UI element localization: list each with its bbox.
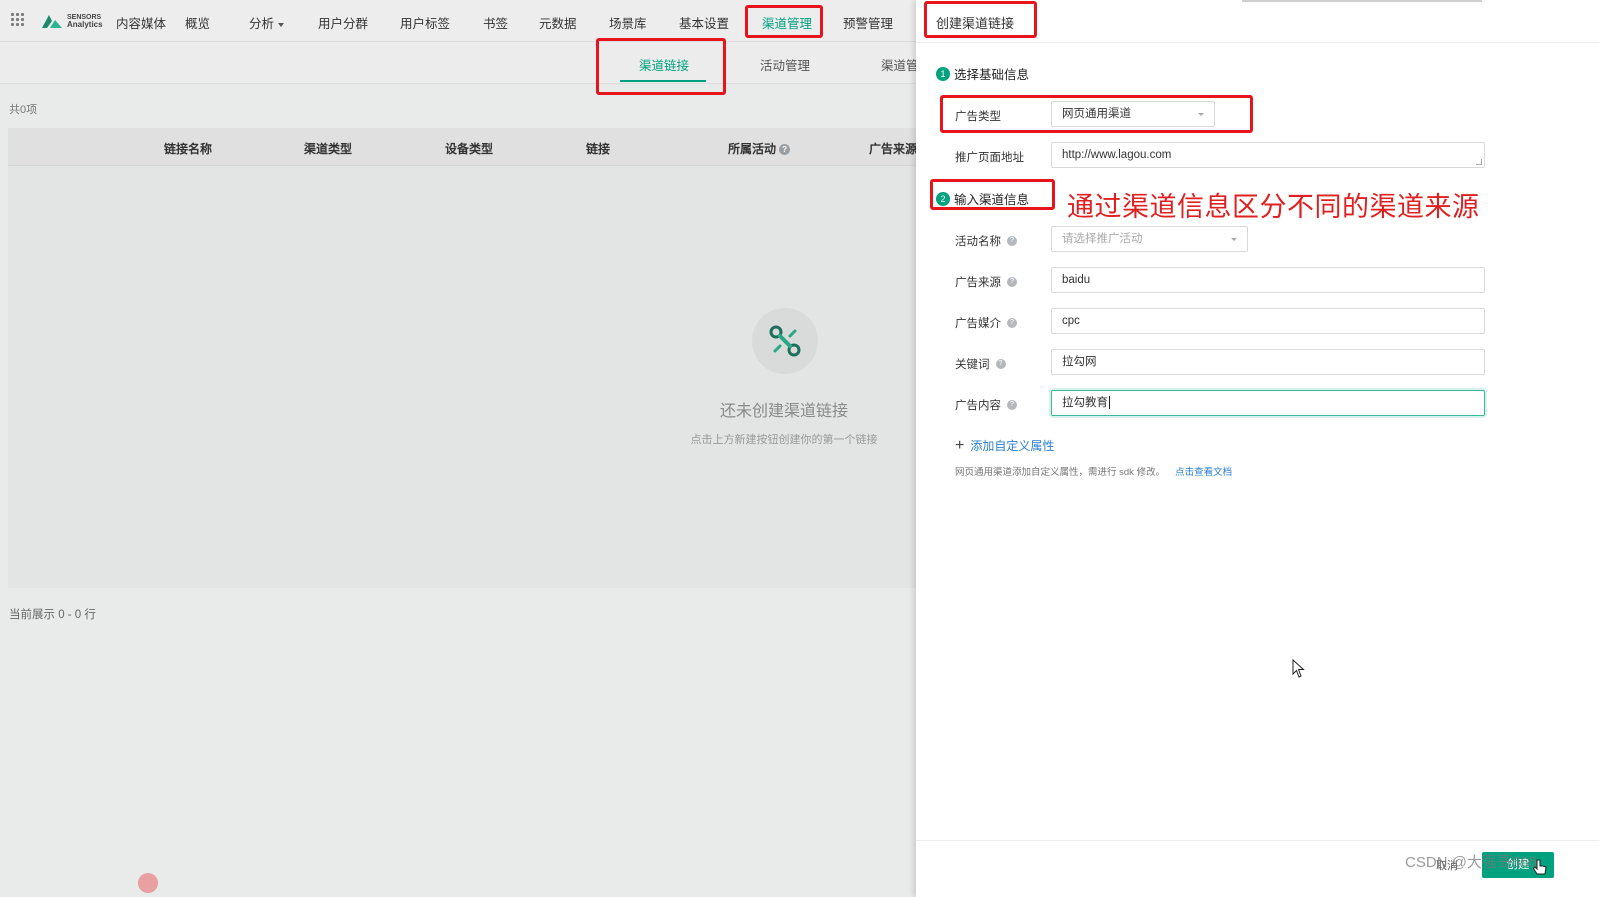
nav-item-overview[interactable]: 概览	[185, 13, 210, 32]
tab-activity-management[interactable]: 活动管理	[760, 55, 810, 74]
nav-item-user-segments[interactable]: 用户分群	[318, 13, 368, 32]
ad-medium-label: 广告媒介?	[955, 315, 1017, 331]
keyword-label: 关键词?	[955, 356, 1006, 372]
sensors-logo-icon	[42, 15, 62, 28]
custom-property-hint-text: 网页通用渠道添加自定义属性，需进行 sdk 修改。	[955, 467, 1166, 478]
view-docs-link[interactable]: 点击查看文档	[1175, 467, 1232, 478]
column-channel-type[interactable]: 渠道类型	[304, 140, 352, 157]
add-custom-property-button[interactable]: + 添加自定义属性	[955, 437, 1054, 454]
highlight-box-drawer-title	[924, 1, 1037, 38]
empty-state-title: 还未创建渠道链接	[719, 403, 849, 420]
activity-name-placeholder: 请选择推广活动	[1062, 233, 1143, 245]
broken-link-icon	[769, 325, 801, 357]
step-1-badge: 1	[936, 66, 950, 81]
page-url-label: 推广页面地址	[955, 152, 1024, 164]
column-activity-label: 所属活动	[728, 142, 777, 156]
ad-content-value: 拉勾教育	[1062, 397, 1108, 409]
ad-medium-input[interactable]: cpc	[1051, 308, 1485, 334]
column-activity[interactable]: 所属活动?	[728, 140, 791, 157]
nav-item-metadata[interactable]: 元数据	[539, 13, 577, 32]
activity-name-label-text: 活动名称	[955, 236, 1001, 248]
mouse-pointer-icon	[1292, 659, 1305, 678]
tab-channel-more[interactable]: 渠道管	[881, 55, 919, 74]
section-basic-info-title: 选择基础信息	[954, 68, 1030, 82]
add-custom-property-label: 添加自定义属性	[970, 439, 1055, 453]
ad-source-input[interactable]: baidu	[1051, 267, 1485, 293]
text-cursor	[1109, 396, 1110, 410]
item-count: 共0项	[9, 104, 38, 116]
app-grid-icon[interactable]	[11, 13, 25, 27]
table-header: 链接名称 渠道类型 设备类型 链接 所属活动? 广告来源	[8, 128, 917, 166]
ad-medium-label-text: 广告媒介	[955, 318, 1001, 330]
ad-source-label-text: 广告来源	[955, 277, 1001, 289]
notification-dot	[138, 873, 158, 893]
activity-name-select[interactable]: 请选择推广活动	[1051, 226, 1248, 252]
help-icon[interactable]: ?	[1007, 400, 1017, 410]
nav-item-analysis[interactable]: 分析	[249, 13, 285, 32]
highlight-box-channel-info	[930, 179, 1055, 210]
ad-source-label: 广告来源?	[955, 274, 1017, 290]
nav-item-alert-management[interactable]: 预警管理	[843, 13, 893, 32]
help-icon[interactable]: ?	[1007, 318, 1017, 328]
nav-item-user-tags[interactable]: 用户标签	[400, 13, 450, 32]
keyword-label-text: 关键词	[955, 359, 990, 371]
sub-navigation: 渠道链接 活动管理 渠道管	[0, 42, 919, 84]
brand-line2: Analytics	[67, 20, 103, 29]
plus-icon: +	[955, 436, 965, 454]
empty-state-icon	[752, 308, 818, 374]
highlight-box-channel-links-tab	[596, 38, 726, 95]
empty-state-subtitle: 点击上方新建按钮创建你的第一个链接	[690, 434, 878, 446]
ad-content-label-text: 广告内容	[955, 400, 1001, 412]
nav-item-analysis-label: 分析	[249, 17, 275, 31]
column-device-type[interactable]: 设备类型	[445, 140, 493, 157]
help-icon[interactable]: ?	[1007, 277, 1017, 287]
nav-item-content-media[interactable]: 内容媒体	[116, 13, 166, 32]
custom-property-hint: 网页通用渠道添加自定义属性，需进行 sdk 修改。 点击查看文档	[955, 464, 1232, 478]
red-annotation-text: 通过渠道信息区分不同的渠道来源	[1067, 192, 1480, 222]
help-icon[interactable]: ?	[995, 359, 1006, 369]
highlight-box-channel-management	[745, 5, 823, 38]
column-link[interactable]: 链接	[586, 140, 610, 157]
nav-item-basic-settings[interactable]: 基本设置	[679, 13, 729, 32]
section-basic-info: 1 选择基础信息	[936, 64, 1029, 83]
highlight-box-ad-type	[940, 95, 1253, 133]
column-ad-source[interactable]: 广告来源	[869, 140, 917, 157]
column-link-name[interactable]: 链接名称	[164, 140, 212, 157]
nav-item-bookmarks[interactable]: 书签	[483, 13, 508, 32]
chevron-down-icon	[278, 22, 285, 27]
chevron-down-icon	[1231, 238, 1237, 241]
create-channel-link-drawer: 创建渠道链接 1 选择基础信息 广告类型 网页通用渠道 推广页面地址 http:…	[916, 0, 1599, 897]
resize-handle-icon[interactable]	[1476, 159, 1482, 165]
keyword-input[interactable]: 拉勾网	[1051, 349, 1485, 375]
page-url-textarea[interactable]: http://www.lagou.com	[1051, 142, 1485, 168]
row-range-status: 当前展示 0 - 0 行	[9, 609, 96, 621]
help-icon[interactable]: ?	[1007, 236, 1017, 246]
csdn-watermark: CSDN @大强哥666	[1405, 854, 1537, 871]
ad-content-label: 广告内容?	[955, 397, 1017, 413]
activity-name-label: 活动名称?	[955, 233, 1017, 249]
ad-content-input[interactable]: 拉勾教育	[1051, 390, 1485, 416]
sensors-analytics-logo[interactable]: SENSORS Analytics	[41, 11, 103, 31]
help-icon[interactable]: ?	[779, 144, 791, 156]
nav-item-scene-library[interactable]: 场景库	[609, 13, 647, 32]
page-url-value: http://www.lagou.com	[1062, 149, 1172, 161]
